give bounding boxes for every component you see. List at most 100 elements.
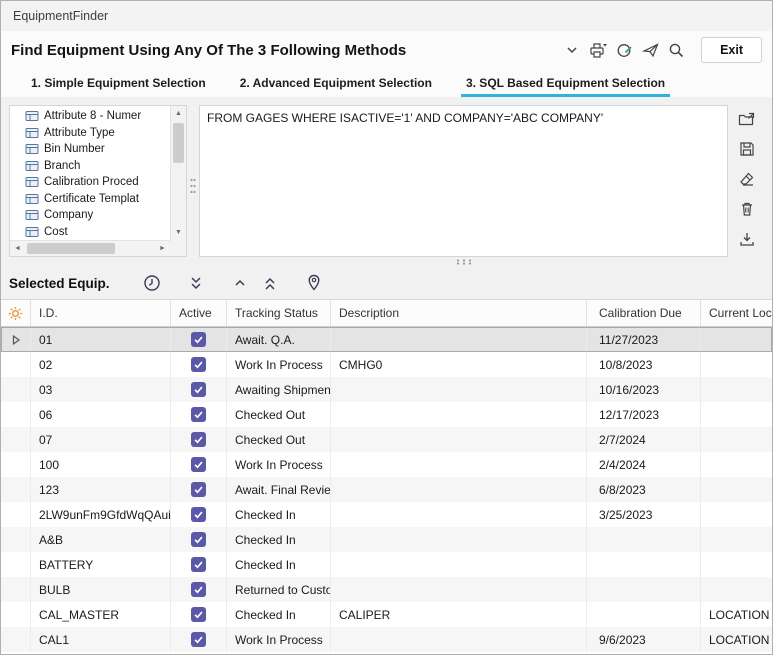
active-checkbox[interactable] (191, 432, 206, 447)
field-tree-item[interactable]: Branch (10, 158, 170, 175)
row-selector-cell[interactable] (1, 477, 31, 502)
row-selector-cell[interactable] (1, 552, 31, 577)
column-header-active[interactable]: Active (171, 300, 227, 326)
scroll-right-arrow[interactable]: ► (155, 241, 170, 256)
cell-active[interactable] (171, 577, 227, 602)
table-row[interactable]: A&B Checked In (1, 527, 772, 552)
cell-active[interactable] (171, 402, 227, 427)
active-checkbox[interactable] (191, 507, 206, 522)
active-checkbox[interactable] (191, 607, 206, 622)
active-checkbox[interactable] (191, 482, 206, 497)
location-pin-icon[interactable] (302, 271, 326, 295)
field-tree-item[interactable]: Company (10, 207, 170, 224)
scroll-down-arrow[interactable]: ▼ (171, 225, 186, 240)
grid-options-header-cell[interactable] (1, 300, 31, 326)
eraser-icon[interactable] (735, 167, 759, 191)
row-selector-cell[interactable] (1, 452, 31, 477)
table-row[interactable]: 123 Await. Final Review 6/8/2023 (1, 477, 772, 502)
tree-vertical-scrollbar[interactable]: ▲ ▼ (170, 106, 186, 240)
table-row[interactable]: 01 Await. Q.A. 11/27/2023 (1, 327, 772, 352)
row-selector-cell[interactable] (1, 527, 31, 552)
double-chevron-up-icon[interactable] (258, 271, 282, 295)
row-selector-cell[interactable] (1, 427, 31, 452)
row-selector-cell[interactable] (1, 327, 31, 352)
edit-circle-icon[interactable] (611, 38, 637, 62)
cell-active[interactable] (171, 527, 227, 552)
active-checkbox[interactable] (191, 632, 206, 647)
cell-active[interactable] (171, 452, 227, 477)
field-tree-item[interactable]: Cost (10, 224, 170, 241)
table-row[interactable]: BULB Returned to Customer (1, 577, 772, 602)
column-header-tracking-status[interactable]: Tracking Status (227, 300, 331, 326)
column-header-id[interactable]: I.D. (31, 300, 171, 326)
table-row[interactable]: 06 Checked Out 12/17/2023 (1, 402, 772, 427)
send-icon[interactable] (637, 38, 663, 62)
resize-grip-handle[interactable] (455, 252, 473, 270)
cell-active[interactable] (171, 477, 227, 502)
cell-active[interactable] (171, 377, 227, 402)
table-row[interactable]: CAL1 Work In Process 9/6/2023 LOCATION 1 (1, 627, 772, 652)
row-selector-cell[interactable] (1, 602, 31, 627)
import-icon[interactable] (735, 227, 759, 251)
field-tree-item[interactable]: Calibration Proced (10, 174, 170, 191)
cell-calibration-due: 6/8/2023 (587, 477, 701, 502)
field-tree-item[interactable]: Certificate Templat (10, 191, 170, 208)
cell-active[interactable] (171, 627, 227, 652)
chevron-down-icon[interactable] (559, 38, 585, 62)
field-tree-item[interactable]: Bin Number (10, 141, 170, 158)
column-header-description[interactable]: Description (331, 300, 587, 326)
tab-simple-equipment-selection[interactable]: 1. Simple Equipment Selection (31, 69, 206, 97)
open-icon[interactable] (735, 107, 759, 131)
selected-equip-bar: Selected Equip. (1, 267, 772, 299)
column-header-current-location[interactable]: Current Location (701, 300, 772, 326)
table-row[interactable]: 03 Awaiting Shipment 10/16/2023 (1, 377, 772, 402)
field-tree-item[interactable]: Attribute Type (10, 125, 170, 142)
search-icon[interactable] (663, 38, 689, 62)
column-header-calibration-due[interactable]: Calibration Due (587, 300, 701, 326)
cell-active[interactable] (171, 552, 227, 577)
scroll-up-arrow[interactable]: ▲ (171, 106, 186, 121)
active-checkbox[interactable] (191, 332, 206, 347)
cell-active[interactable] (171, 502, 227, 527)
field-tree-item[interactable]: Attribute 8 - Numer (10, 108, 170, 125)
cell-active[interactable] (171, 352, 227, 377)
active-checkbox[interactable] (191, 557, 206, 572)
active-checkbox[interactable] (191, 382, 206, 397)
active-checkbox[interactable] (191, 457, 206, 472)
row-selector-cell[interactable] (1, 577, 31, 602)
tree-horizontal-scrollbar[interactable]: ◄ ► (10, 240, 170, 256)
print-icon[interactable] (585, 38, 611, 62)
tab-advanced-equipment-selection[interactable]: 2. Advanced Equipment Selection (240, 69, 432, 97)
exit-button[interactable]: Exit (701, 37, 762, 63)
active-checkbox[interactable] (191, 407, 206, 422)
cell-active[interactable] (171, 427, 227, 452)
row-selector-cell[interactable] (1, 502, 31, 527)
delete-icon[interactable] (735, 197, 759, 221)
chevron-up-icon[interactable] (228, 271, 252, 295)
cell-tracking-status: Checked Out (227, 427, 331, 452)
scroll-left-arrow[interactable]: ◄ (10, 241, 25, 256)
active-checkbox[interactable] (191, 357, 206, 372)
table-row[interactable]: 07 Checked Out 2/7/2024 (1, 427, 772, 452)
row-selector-cell[interactable] (1, 627, 31, 652)
table-row[interactable]: 02 Work In Process CMHG0 10/8/2023 (1, 352, 772, 377)
row-selector-cell[interactable] (1, 377, 31, 402)
cell-active[interactable] (171, 602, 227, 627)
save-icon[interactable] (735, 137, 759, 161)
table-row[interactable]: 2LW9unFm9GfdWqQAuiF Checked In 3/25/2023 (1, 502, 772, 527)
cell-active[interactable] (171, 327, 227, 352)
panel-splitter-handle[interactable] (187, 105, 199, 267)
table-row[interactable]: BATTERY Checked In (1, 552, 772, 577)
double-chevron-down-icon[interactable] (184, 271, 208, 295)
row-selector-cell[interactable] (1, 402, 31, 427)
row-selector-cell[interactable] (1, 352, 31, 377)
tab-sql-equipment-selection[interactable]: 3. SQL Based Equipment Selection (466, 69, 665, 97)
sql-input[interactable]: FROM GAGES WHERE ISACTIVE='1' AND COMPAN… (199, 105, 728, 257)
table-row[interactable]: 100 Work In Process 2/4/2024 (1, 452, 772, 477)
active-checkbox[interactable] (191, 532, 206, 547)
scroll-thumb[interactable] (173, 123, 184, 163)
scroll-thumb[interactable] (27, 243, 115, 254)
table-row[interactable]: CAL_MASTER Checked In CALIPER LOCATION 1 (1, 602, 772, 627)
clock-icon[interactable] (140, 271, 164, 295)
active-checkbox[interactable] (191, 582, 206, 597)
